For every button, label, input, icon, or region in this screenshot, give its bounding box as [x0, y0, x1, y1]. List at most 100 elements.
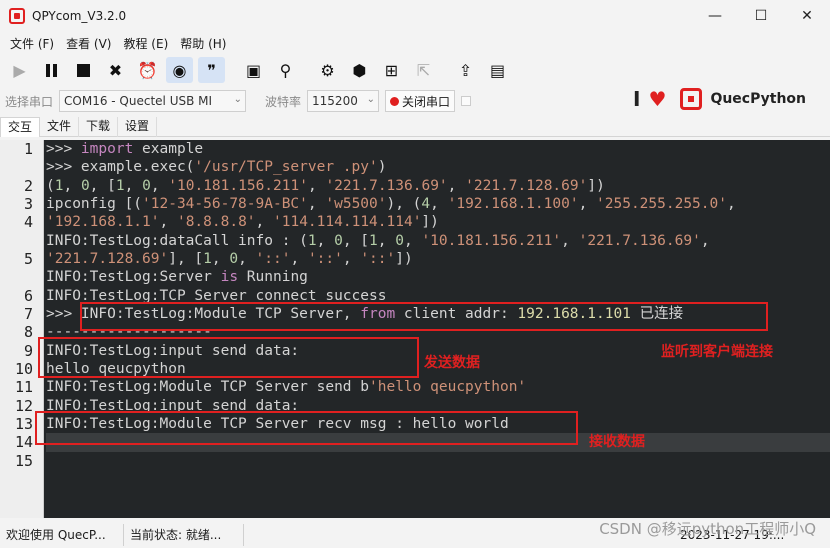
terminal-token: , [447, 177, 466, 194]
close-port-button[interactable]: 关闭串口 [385, 90, 456, 112]
terminal-token: '221.7.128.69' [46, 250, 169, 267]
line-number [0, 158, 43, 176]
terminal-token: ( [46, 177, 55, 194]
baud-label: 波特率 [265, 94, 302, 109]
menu-bar: 文件 (F) 查看 (V) 教程 (E) 帮助 (H) [0, 32, 830, 54]
line-number: 3 [23, 194, 33, 213]
terminal-token: '10.181.156.211' [421, 232, 562, 249]
extra-button[interactable] [461, 96, 472, 106]
terminal-token: >>> [46, 141, 81, 157]
upload-icon[interactable]: ⇪ [452, 57, 479, 83]
terminal-token: 0 [395, 232, 404, 249]
terminal-line: INFO:TestLog:dataCall info : (1, 0, [1, … [46, 232, 830, 250]
terminal-token: , [578, 195, 597, 212]
settings-icon[interactable]: ⚙ [314, 57, 341, 83]
terminal-token: '221.7.136.69' [325, 177, 448, 194]
terminal-token: , [124, 177, 143, 194]
tab-file[interactable]: 文件 [40, 117, 80, 137]
cube-icon[interactable]: ⬢ [346, 57, 373, 83]
com-port-select[interactable]: COM16 - Quectel USB MI ⌄ [59, 90, 247, 112]
terminal-token: , [ [89, 177, 116, 194]
terminal-token: example [133, 141, 204, 157]
baud-rate-select[interactable]: 115200 ⌄ [307, 90, 380, 112]
terminal-token: '10.181.156.211' [168, 177, 308, 194]
terminal-token: , [255, 214, 274, 231]
alarm-icon[interactable]: ⏰ [134, 57, 161, 83]
menu-view[interactable]: 查看 (V) [60, 35, 117, 52]
toolbar: ▶ ✖ ⏰ ◉ ❞ ▣ ⚲ ⚙ ⬢ ⊞ ⇱ ⇪ ▤ [0, 56, 830, 84]
terminal-token: 0 [229, 250, 239, 267]
stop-icon[interactable] [70, 57, 97, 83]
close-window-button[interactable]: ✕ [784, 0, 830, 32]
terminal-token: , [430, 195, 448, 212]
menu-tutorial[interactable]: 教程 (E) [117, 35, 174, 52]
bag-icon[interactable]: ▤ [484, 57, 511, 83]
tab-interact[interactable]: 交互 [0, 117, 41, 137]
annotation-box-send [38, 337, 419, 378]
window-controls: — ☐ ✕ [692, 0, 830, 32]
close-port-label: 关闭串口 [402, 94, 451, 109]
terminal-token: , [700, 232, 710, 249]
tab-download[interactable]: 下载 [79, 117, 119, 137]
line-number [0, 232, 43, 250]
terminal-token: ipconfig [( [46, 195, 143, 212]
text-cursor-icon: I [633, 87, 641, 111]
terminal-token: '114.114.114.114' [273, 214, 422, 231]
terminal-token: 1 [369, 232, 378, 249]
line-number: 6 [23, 286, 33, 305]
line-number: 5 [23, 249, 33, 268]
terminal-token: 'hello qeucpython' [369, 379, 527, 396]
baud-rate-value: 115200 [312, 94, 358, 108]
terminal-token: , [150, 177, 169, 194]
terminal-token: '221.7.128.69' [465, 177, 588, 194]
terminal-token: , [238, 250, 256, 267]
maximize-button[interactable]: ☐ [738, 0, 784, 32]
terminal-token: Running [238, 269, 308, 286]
status-welcome: 欢迎使用 QuecP... [0, 524, 124, 546]
minimize-button[interactable]: — [692, 0, 738, 32]
brand-name: QuecPython [710, 91, 806, 107]
terminal-token: 4 [421, 195, 431, 212]
terminal-token: INFO:TestLog:Module TCP Server send b [46, 379, 370, 396]
add-icon[interactable]: ⊞ [378, 57, 405, 83]
terminal-line: INFO:TestLog:Server is Running [46, 268, 830, 286]
line-number: 15 [14, 451, 33, 470]
quote-icon[interactable]: ❞ [198, 57, 225, 83]
terminal-line: (1, 0, [1, 0, '10.181.156.211', '221.7.1… [46, 177, 830, 195]
clear-icon[interactable]: ✖ [102, 57, 129, 83]
terminal-token: 1 [203, 250, 212, 267]
play-icon[interactable]: ▶ [6, 57, 33, 83]
pause-icon[interactable] [38, 57, 65, 83]
tab-settings[interactable]: 设置 [118, 117, 158, 137]
terminal-line: '192.168.1.1', '8.8.8.8', '114.114.114.1… [46, 213, 830, 231]
terminal-token: , [377, 232, 396, 249]
annotation-listen-label: 监听到客户端连接 [661, 344, 773, 360]
menu-file[interactable]: 文件 (F) [4, 35, 60, 52]
menu-help[interactable]: 帮助 (H) [174, 35, 232, 52]
headset-icon[interactable]: ◉ [166, 57, 193, 83]
external-icon[interactable]: ⇱ [410, 57, 437, 83]
annotation-recv-label: 接收数据 [589, 434, 645, 450]
line-number: 1 [23, 140, 33, 158]
terminal-token: , [726, 195, 736, 212]
line-number: 9 [23, 341, 33, 360]
heart-icon[interactable]: ♥ [649, 87, 667, 111]
terminal-token: 1 [307, 232, 317, 249]
search-icon[interactable]: ⚲ [272, 57, 299, 83]
terminal-token: 0 [142, 177, 151, 194]
terminal-line: >>> import example [46, 140, 830, 158]
line-number-gutter: 1 2 3 4 5 6 7 8 9 10 11 12 13 14 15 [0, 140, 44, 518]
save-icon[interactable]: ▣ [240, 57, 267, 83]
terminal-token: , [342, 250, 361, 267]
terminal-token: '::' [360, 250, 396, 267]
com-port-value: COM16 - Quectel USB MI [64, 94, 213, 108]
status-state: 当前状态: 就绪... [124, 524, 244, 546]
terminal-token: '221.7.136.69' [578, 232, 701, 249]
chevron-down-icon: ⌄ [233, 94, 243, 105]
terminal-token: , [307, 195, 326, 212]
watermark: CSDN @移远python工程师小Q [599, 520, 816, 538]
terminal-token: , [159, 214, 177, 231]
quecpython-logo-icon [680, 88, 703, 110]
window-title: QPYcom_V3.2.0 [32, 9, 127, 23]
annotation-send-label: 发送数据 [424, 355, 480, 371]
